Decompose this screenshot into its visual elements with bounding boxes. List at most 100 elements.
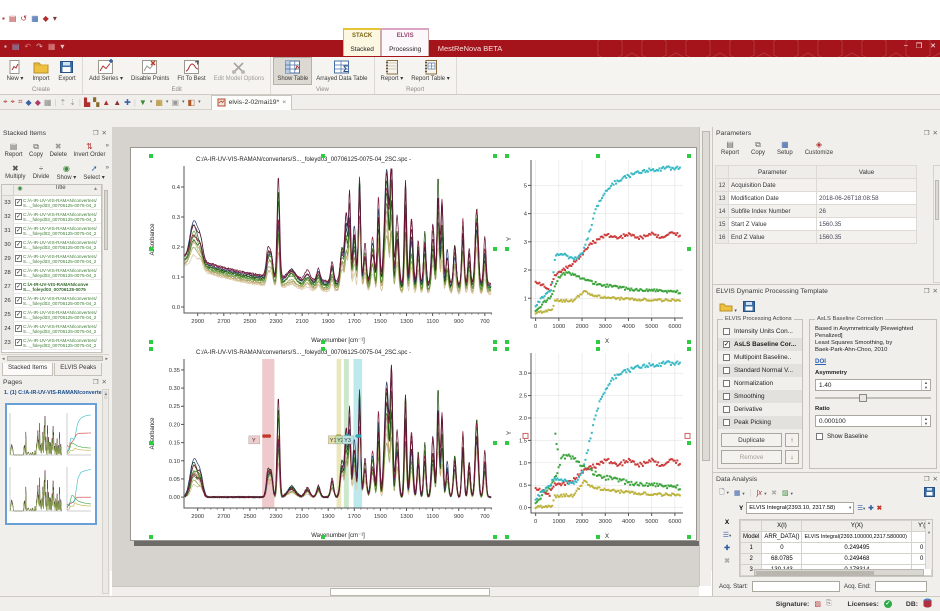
processing-action-peak-picking[interactable]: Peak Picking <box>718 416 802 429</box>
tab-stacked-items[interactable]: Stacked Items <box>2 363 53 376</box>
action-checkbox[interactable]: ✓ <box>723 341 730 348</box>
spectrum-plot-top[interactable]: C:/A-IR-UV-VIS-RAMAN/converters/S..._fol… <box>148 153 498 345</box>
copy-button[interactable]: ⧉Copy <box>27 142 45 158</box>
acq-end-input[interactable] <box>875 581 927 592</box>
window-buttons[interactable]: – ❒ ✕ <box>904 42 936 50</box>
float-panel-icon[interactable]: ❐ <box>93 129 99 137</box>
report-table-button[interactable]: Report Table ▾ <box>407 57 454 85</box>
setup-button[interactable]: ▦Setup <box>775 140 795 156</box>
tool-icon[interactable]: ◆ <box>35 98 41 107</box>
show-baseline-checkbox[interactable] <box>816 433 823 440</box>
action-checkbox[interactable] <box>723 328 730 335</box>
close-panel-icon[interactable]: ✕ <box>102 378 107 386</box>
processing-action-standard-normal-v-[interactable]: Standard Normal V... <box>718 364 802 377</box>
close-panel-icon[interactable]: ✕ <box>933 475 938 483</box>
remove-button[interactable]: Remove <box>721 450 782 464</box>
data-row[interactable]: 268.07850.2494680 <box>741 554 932 565</box>
add-series-icon-small[interactable]: ✚ <box>868 504 873 512</box>
tool-icon[interactable]: ⌖ <box>11 97 16 107</box>
stacked-item-row[interactable]: 29✓C:/A-IR-UV-VIS-RAMAN/converters/S..._… <box>2 252 101 266</box>
pages-vscrollbar[interactable]: ▲ <box>102 389 109 594</box>
tool-icon[interactable]: ▚ <box>93 98 99 107</box>
new-document-button[interactable]: New ▾ <box>2 57 28 85</box>
stacked-item-row[interactable]: 32✓C:/A-IR-UV-VIS-RAMAN/converters/S..._… <box>2 210 101 224</box>
stacked-items-table-header[interactable]: ◉ Title ▴ <box>2 185 101 196</box>
spectrum-plot-bottom[interactable]: C:/A-IR-UV-VIS-RAMAN/converters/S..._fol… <box>148 346 498 540</box>
item-checkbox[interactable]: ✓ <box>15 283 22 290</box>
parameter-row[interactable]: 13Modification Date2018-06-26T18:08:58 <box>716 192 917 205</box>
x-remove-icon[interactable]: ✖ <box>724 557 730 565</box>
copy-button[interactable]: ⧉Copy <box>749 140 767 156</box>
db-status-icon[interactable] <box>923 598 932 610</box>
action-checkbox[interactable] <box>723 419 730 426</box>
tool-icon[interactable]: ▦ <box>155 98 163 107</box>
series-menu-icon[interactable]: ☰▾ <box>857 504 865 512</box>
save-template-button[interactable] <box>743 299 755 317</box>
page-thumbnail[interactable] <box>5 403 97 525</box>
tool-icon[interactable]: ▦ <box>44 98 52 107</box>
report-button[interactable]: ▤Report <box>3 142 25 158</box>
divide-button[interactable]: ÷Divide <box>31 164 52 180</box>
page-item-label[interactable]: 1. (1) C:/A-IR-UV-VIS-RAMAN/converters <box>0 388 110 397</box>
tool-icon[interactable]: ▲ <box>113 98 121 107</box>
item-checkbox[interactable]: ✓ <box>15 213 22 220</box>
multiply-button[interactable]: ✖Multiply <box>3 164 27 180</box>
x-add-icon[interactable]: ✚ <box>724 544 730 552</box>
workspace-tab-elvis[interactable]: ELVISProcessing <box>381 28 429 56</box>
delete-analysis-icon[interactable]: ✖ <box>771 489 777 497</box>
parameter-row[interactable]: 16End Z Value1560.35 <box>716 231 917 244</box>
duplicate-button[interactable]: Duplicate <box>721 433 782 447</box>
invert-order-button[interactable]: ⇅Invert Order <box>71 142 107 158</box>
item-checkbox[interactable]: ✓ <box>15 241 22 248</box>
move-down-button[interactable]: ↓ <box>785 450 799 464</box>
show-button[interactable]: ◉Show ▾ <box>55 164 79 181</box>
sort-icon[interactable]: ▴ <box>94 185 101 195</box>
data-row[interactable]: 100.2494950 <box>741 543 932 554</box>
stacked-item-row[interactable]: 26✓C:/A-IR-UV-VIS-RAMAN/converters/S..._… <box>2 294 101 308</box>
parameter-row[interactable]: 14Subfile Index Number26 <box>716 205 917 218</box>
item-checkbox[interactable]: ✓ <box>15 325 22 332</box>
floating-quick-toolbar[interactable]: ▪▤↺▦◆▾ <box>2 13 57 24</box>
titlebar[interactable]: ▪▤↶↷▦▾ MestReNova BETA – ❒ ✕ <box>0 40 940 57</box>
tool-icon[interactable]: ▲ <box>102 98 110 107</box>
move-up-button[interactable]: ↑ <box>785 433 799 447</box>
action-checkbox[interactable] <box>723 367 730 374</box>
tool-icon[interactable]: ⇣ <box>69 98 76 107</box>
open-template-button[interactable]: ▾ <box>719 299 737 317</box>
float-panel-icon[interactable]: ❐ <box>93 378 99 386</box>
tool-icon[interactable]: ▾ <box>182 99 185 105</box>
export-disk-button[interactable]: Export <box>54 57 80 85</box>
tool-icon[interactable]: ◧ <box>188 98 196 107</box>
document-canvas[interactable]: C:/A-IR-UV-VIS-RAMAN/converters/S..._fol… <box>112 127 699 596</box>
remove-series-icon-small[interactable]: ✖ <box>877 504 882 512</box>
tool-icon[interactable]: ◆ <box>26 98 32 107</box>
save-analysis-icon[interactable] <box>924 487 935 499</box>
close-panel-icon[interactable]: ✕ <box>933 129 938 137</box>
action-checkbox[interactable] <box>723 354 730 361</box>
parameter-row[interactable]: 15Start Z Value1560.35 <box>716 218 917 231</box>
action-checkbox[interactable] <box>723 406 730 413</box>
tab-elvis-peaks[interactable]: ELVIS Peaks <box>54 363 102 376</box>
canvas-vscrollbar[interactable] <box>699 127 711 586</box>
calendar-icon[interactable]: ▤ <box>9 14 17 23</box>
processing-action-derivative[interactable]: Derivative <box>718 403 802 416</box>
table-view-icon[interactable]: ▦ ▾ <box>734 489 745 497</box>
close-panel-icon[interactable]: ✕ <box>102 129 107 137</box>
stacked-item-row[interactable]: 28✓C:/A-IR-UV-VIS-RAMAN/converters/S..._… <box>2 266 101 280</box>
tool-icon[interactable]: ▾ <box>198 99 201 105</box>
stacked-item-row[interactable]: 30✓C:/A-IR-UV-VIS-RAMAN/converters/S..._… <box>2 238 101 252</box>
delete-button[interactable]: ✖Delete <box>48 142 69 158</box>
x-menu-icon[interactable]: ☰▾ <box>723 531 732 539</box>
signature-clipboard-icon[interactable]: ⎘ <box>826 600 832 608</box>
document-tab[interactable]: elvis-2-02mai19* × <box>211 95 293 110</box>
y-series-select[interactable]: ELVIS Integral(2393.10, 2317.58)▾ <box>746 502 854 514</box>
stacked-item-row[interactable]: 27✓C:/A-IR-UV-VIS-RAMAN/conveS..._foleyd… <box>2 280 101 294</box>
disable-points-button[interactable]: Disable Points <box>127 57 173 85</box>
grid-icon[interactable]: ◆ <box>43 14 49 23</box>
model-row[interactable]: ModelARR_DATA()ELVIS Integral(2393.10000… <box>741 532 932 543</box>
title-column-header[interactable]: Title <box>26 185 94 195</box>
parameters-table[interactable]: ParameterValue12Acquisition Date13Modifi… <box>715 165 931 244</box>
tool-icon[interactable]: ▣ <box>171 98 179 107</box>
float-panel-icon[interactable]: ❐ <box>924 287 930 295</box>
undo-icon[interactable]: ↺ <box>20 14 27 23</box>
